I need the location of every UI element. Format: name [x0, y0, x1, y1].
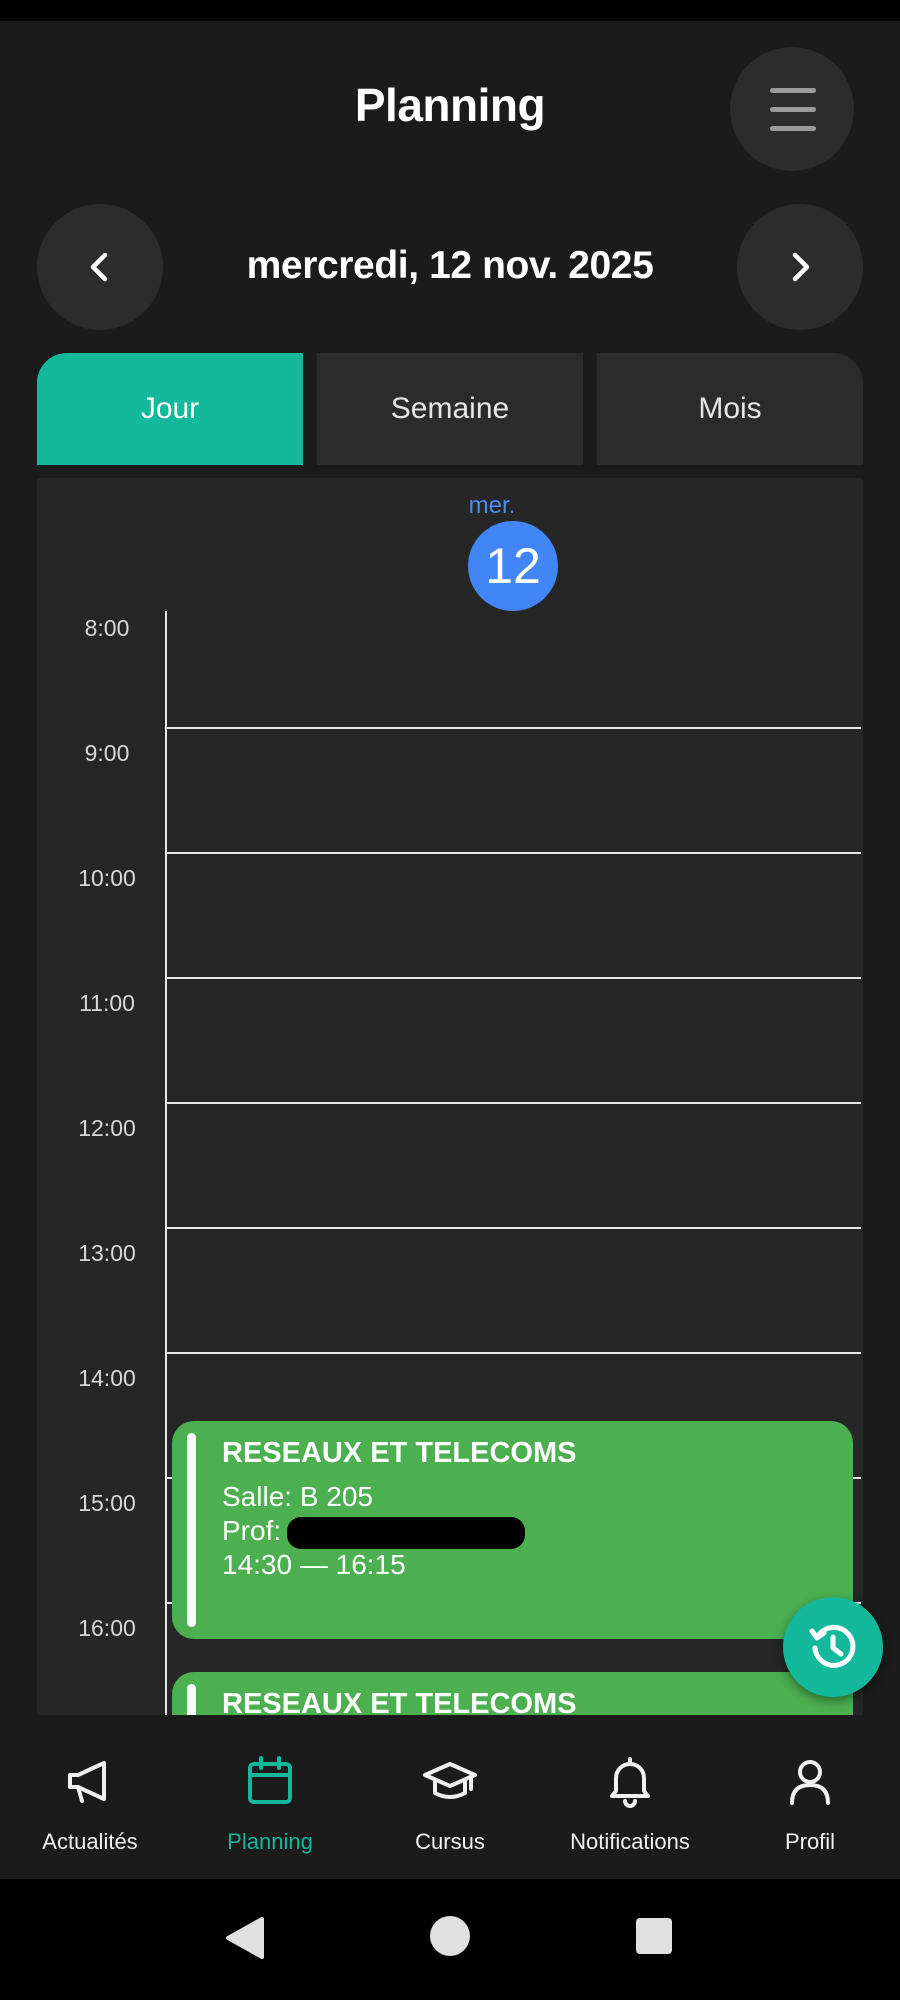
hour-label: 9:00: [84, 740, 130, 766]
view-tabs: Jour Semaine Mois: [37, 353, 863, 465]
hour-gridline: [165, 727, 861, 729]
back-triangle-icon[interactable]: [224, 1915, 266, 1961]
day-number[interactable]: 12: [468, 521, 558, 611]
nav-label: Planning: [227, 1829, 313, 1854]
app-screen: Planning mercredi, 12 nov. 2025 Jour Sem…: [0, 0, 900, 2000]
status-bar: [0, 0, 900, 21]
nav-item-cursus[interactable]: Cursus: [360, 1715, 540, 1879]
event-stripe: [187, 1684, 196, 1715]
calendar-icon: [248, 1756, 292, 1804]
hour-label: 8:00: [84, 615, 130, 641]
event-title: RESEAUX ET TELECOMS: [222, 1688, 577, 1715]
event-card[interactable]: RESEAUX ET TELECOMS Salle: B 205 Prof: 1…: [172, 1421, 853, 1639]
nav-label: Cursus: [415, 1829, 485, 1854]
event-prof-label: Prof:: [222, 1515, 282, 1546]
hour-gridline: [165, 1227, 861, 1229]
nav-label: Notifications: [570, 1829, 690, 1854]
day-abbreviation: mer.: [468, 492, 516, 519]
history-button[interactable]: [783, 1597, 883, 1697]
hour-label: 16:00: [78, 1615, 136, 1641]
recents-square-icon[interactable]: [635, 1917, 673, 1955]
nav-item-notifications[interactable]: Notifications: [540, 1715, 720, 1879]
nav-item-actualites[interactable]: Actualités: [0, 1715, 180, 1879]
history-icon: [809, 1624, 856, 1668]
hour-label: 10:00: [78, 865, 136, 891]
bell-icon: [610, 1757, 650, 1808]
event-title: RESEAUX ET TELECOMS: [222, 1437, 577, 1469]
tab-day[interactable]: Jour: [37, 353, 303, 465]
hour-gridline: [165, 852, 861, 854]
next-day-button[interactable]: [737, 204, 863, 330]
event-card[interactable]: RESEAUX ET TELECOMS: [172, 1672, 853, 1715]
graduation-cap-icon: [423, 1762, 477, 1799]
event-time: 14:30 — 16:15: [222, 1549, 406, 1580]
tab-week[interactable]: Semaine: [317, 353, 583, 465]
hour-label: 12:00: [78, 1115, 136, 1141]
hour-label: 13:00: [78, 1240, 136, 1266]
hour-gridline: [165, 977, 861, 979]
event-stripe: [187, 1433, 196, 1627]
current-date: mercredi, 12 nov. 2025: [246, 244, 654, 287]
redacted-name: [287, 1516, 526, 1549]
nav-label: Actualités: [42, 1829, 138, 1854]
bottom-navigation: Actualités Planning Cursus Notifications…: [0, 1715, 900, 1879]
chevron-left-icon: [90, 252, 108, 282]
user-icon: [790, 1760, 830, 1805]
time-axis: [165, 611, 167, 1715]
nav-label: Profil: [784, 1829, 836, 1854]
hour-gridline: [165, 1102, 861, 1104]
hour-gridline: [165, 1352, 861, 1354]
event-room: Salle: B 205: [222, 1481, 373, 1512]
nav-item-profil[interactable]: Profil: [720, 1715, 900, 1879]
event-prof: Prof:: [222, 1515, 526, 1549]
home-circle-icon[interactable]: [429, 1915, 471, 1957]
hour-label: 11:00: [79, 990, 135, 1016]
day-calendar[interactable]: mer. 12 8:00 9:00 10:00 11:00 12:00 13:00 14:0…: [37, 478, 863, 1715]
tab-month[interactable]: Mois: [597, 353, 863, 465]
chevron-right-icon: [792, 252, 810, 282]
hour-label: 15:00: [78, 1490, 136, 1516]
system-navigation-bar: [0, 1879, 900, 2000]
menu-button[interactable]: [730, 47, 854, 171]
hour-label: 14:00: [78, 1365, 136, 1391]
megaphone-icon: [68, 1761, 106, 1803]
nav-item-planning[interactable]: Planning: [180, 1715, 360, 1879]
previous-day-button[interactable]: [37, 204, 163, 330]
